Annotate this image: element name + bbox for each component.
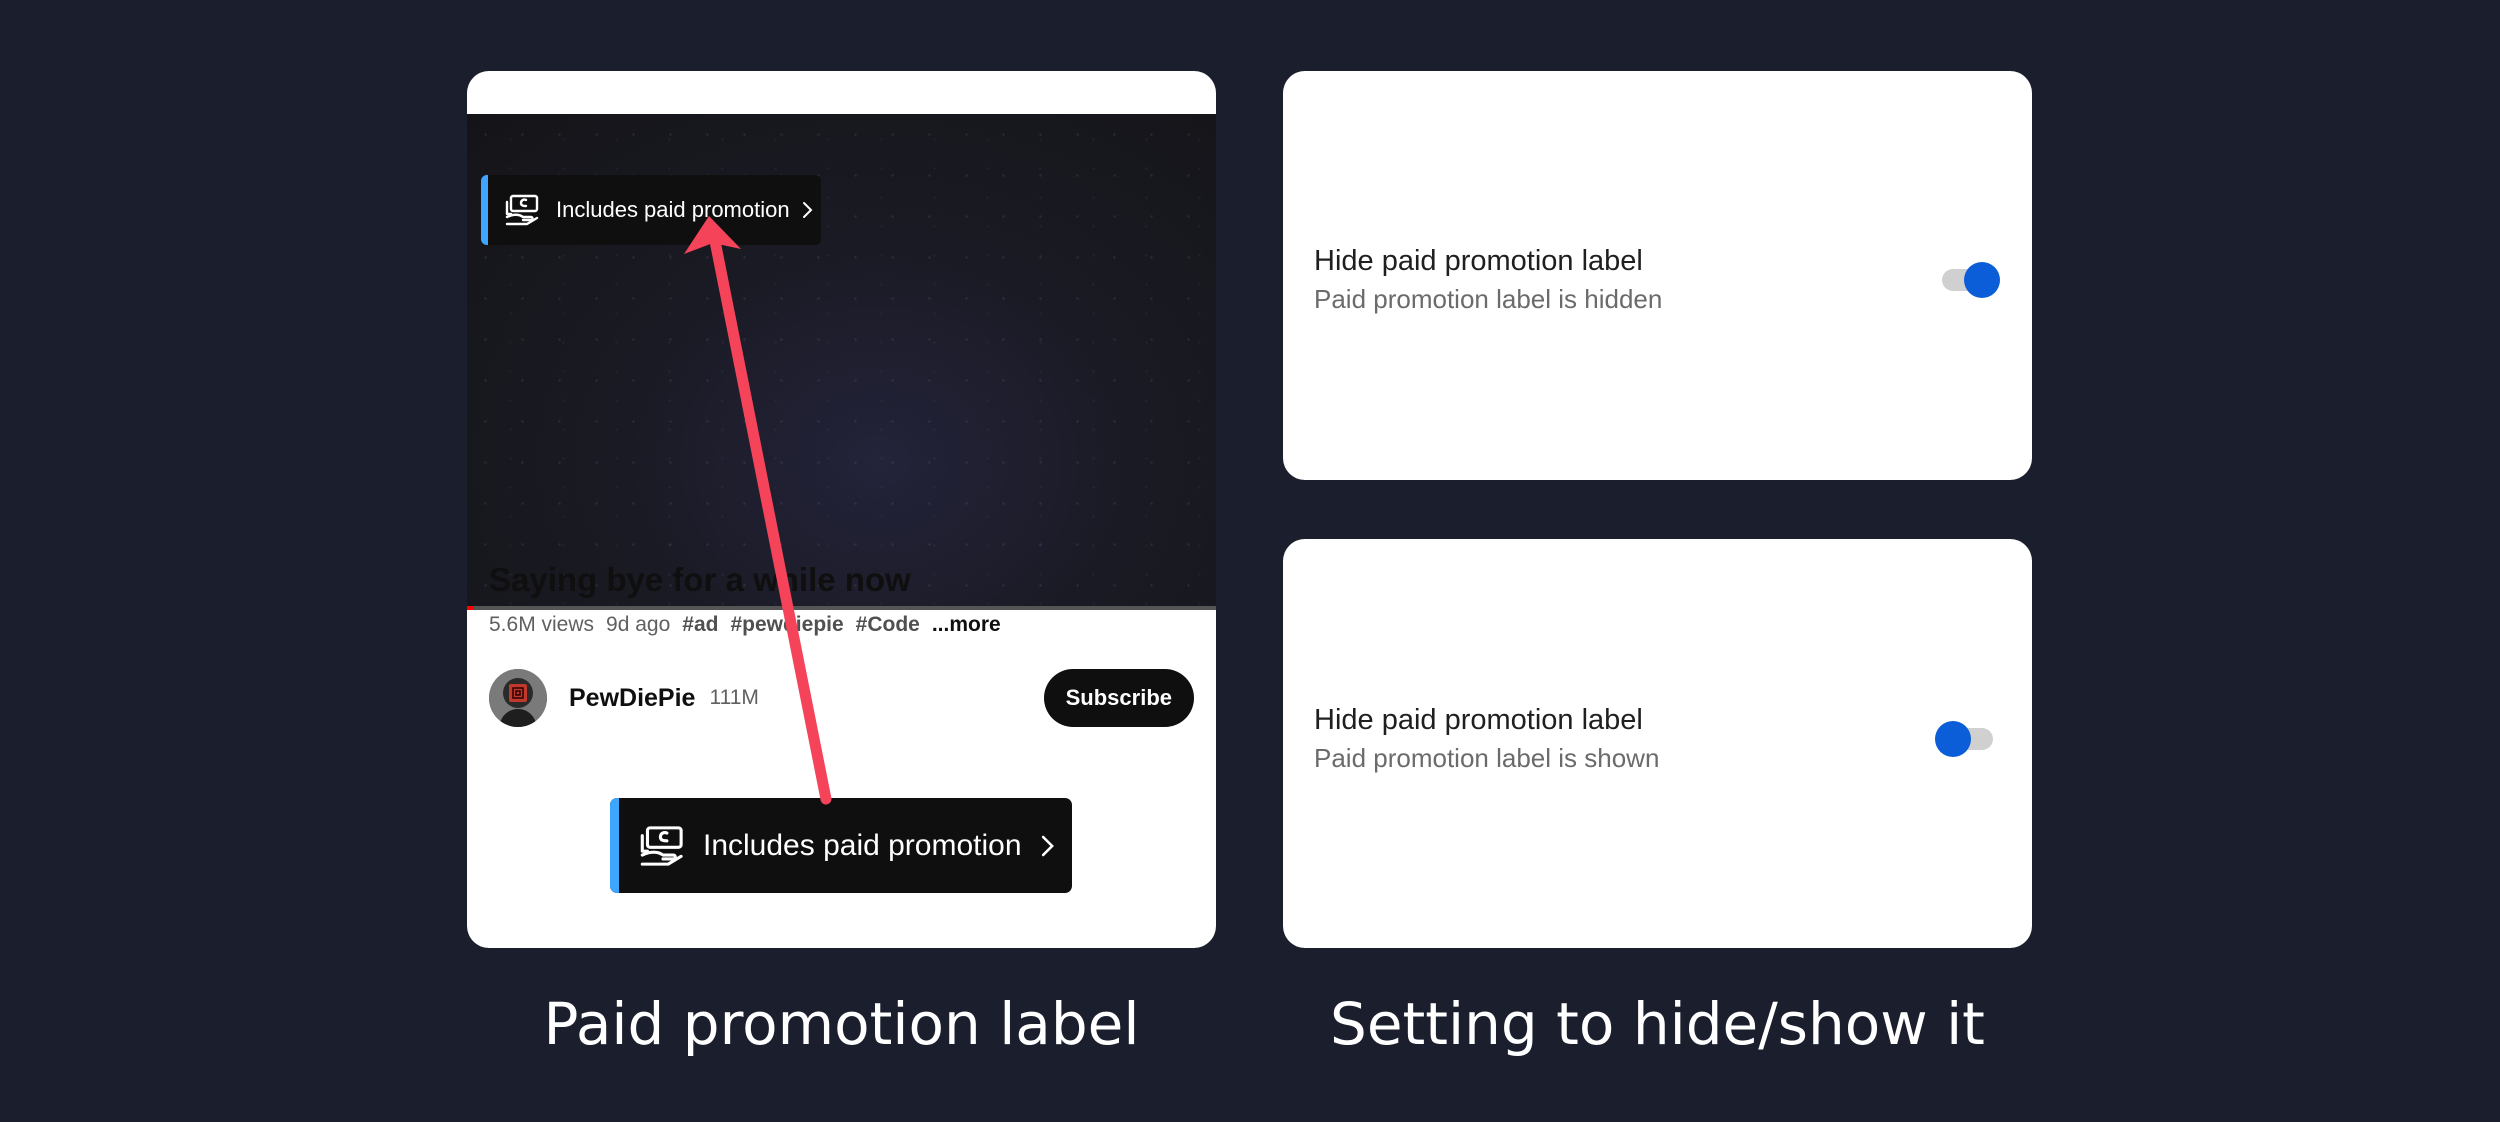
toggle-thumb: [1964, 262, 2000, 298]
channel-name[interactable]: PewDiePie: [569, 684, 695, 713]
promo-accent-bar: [610, 798, 619, 893]
video-title[interactable]: Saying bye for a while now: [489, 561, 911, 599]
video-player[interactable]: Includes paid promotion: [467, 114, 1216, 610]
setting-text: Hide paid promotion label Paid promotion…: [1314, 245, 1662, 315]
hide-promo-toggle-on[interactable]: [1942, 262, 2000, 298]
paid-promotion-label-enlarged: Includes paid promotion: [610, 798, 1072, 893]
hashtag-ad[interactable]: #ad: [682, 613, 718, 637]
setting-text: Hide paid promotion label Paid promotion…: [1314, 704, 1659, 774]
chevron-right-icon: [1041, 835, 1054, 856]
chevron-right-icon: [802, 202, 813, 218]
subscriber-count: 111M: [709, 686, 759, 709]
paid-promotion-label[interactable]: Includes paid promotion: [481, 175, 821, 245]
hashtag-pewdiepie[interactable]: #pewdiepie: [730, 613, 843, 637]
left-caption: Paid promotion label: [543, 990, 1140, 1058]
setting-card-shown: Hide paid promotion label Paid promotion…: [1283, 539, 2032, 948]
promo-accent-bar: [481, 175, 488, 245]
paid-promotion-text: Includes paid promotion: [556, 197, 790, 222]
avatar[interactable]: [489, 669, 547, 727]
video-meta[interactable]: 5.6M views 9d ago #ad #pewdiepie #Code .…: [489, 613, 1001, 637]
paid-promotion-text: Includes paid promotion: [703, 828, 1022, 862]
setting-subtitle: Paid promotion label is hidden: [1314, 284, 1663, 314]
paid-promotion-icon: [640, 825, 683, 866]
setting-title: Hide paid promotion label: [1314, 245, 1643, 277]
right-caption: Setting to hide/show it: [1330, 990, 1985, 1058]
upload-age: 9d ago: [606, 613, 671, 636]
setting-title: Hide paid promotion label: [1314, 704, 1643, 736]
channel-avatar-icon: [489, 669, 547, 727]
more-link[interactable]: ...more: [932, 613, 1001, 637]
hashtag-code[interactable]: #Code: [856, 613, 920, 637]
view-count: 5.6M views: [489, 613, 595, 636]
paid-promotion-example-card: Includes paid promotion Saying bye for a…: [467, 71, 1216, 948]
hide-promo-toggle-off[interactable]: [1935, 721, 1993, 757]
setting-subtitle: Paid promotion label is shown: [1314, 743, 1660, 773]
toggle-thumb: [1935, 721, 1971, 757]
setting-card-hidden: Hide paid promotion label Paid promotion…: [1283, 71, 2032, 480]
video-progress-fill: [467, 606, 475, 610]
channel-row: PewDiePie 111M Subscribe: [489, 668, 1194, 728]
subscribe-button[interactable]: Subscribe: [1043, 669, 1194, 727]
video-progress-bar[interactable]: [467, 606, 1216, 610]
paid-promotion-icon: [505, 194, 539, 226]
